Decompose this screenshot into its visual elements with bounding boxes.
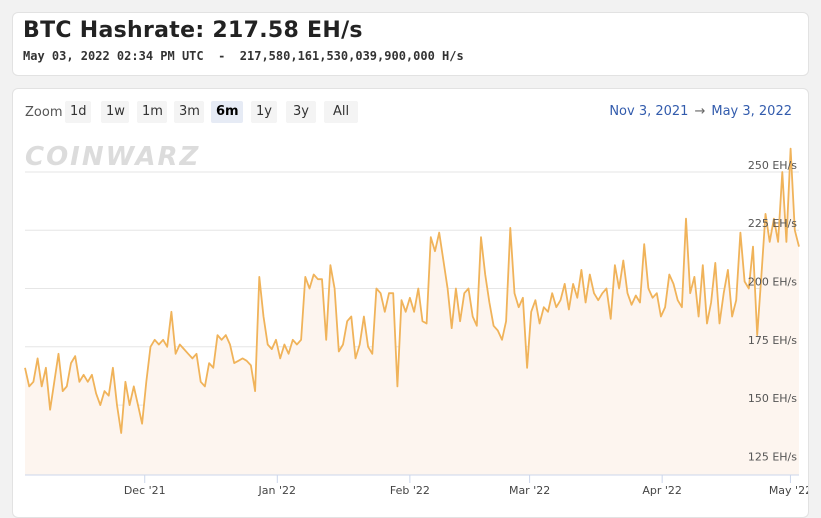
y-tick-label: 225 EH/s [748,217,797,230]
range-arrow: → [694,104,706,119]
hashrate-subtitle: May 03, 2022 02:34 PM UTC - 217,580,161,… [23,49,464,63]
page-title: BTC Hashrate: 217.58 EH/s [23,18,363,43]
x-tick-label: Jan '22 [258,484,296,497]
header-card: BTC Hashrate: 217.58 EH/s May 03, 2022 0… [12,12,809,76]
hashrate-chart: COINWARZ Dec '21 Jan '22 Feb '22 Mar '22 Apr … [24,142,809,497]
x-tick-label: Mar '22 [509,484,550,497]
zoom-1y-button[interactable]: 1y [251,101,277,123]
range-from[interactable]: Nov 3, 2021 [609,104,688,119]
y-tick-label: 175 EH/s [748,334,797,347]
zoom-6m-button[interactable]: 6m [211,101,243,123]
y-tick-label: 200 EH/s [748,276,797,289]
separator: - [218,49,226,63]
x-tick-label: Feb '22 [390,484,430,497]
area-fill [25,148,799,475]
zoom-3m-button[interactable]: 3m [174,101,204,123]
x-tick-label: Apr '22 [642,484,682,497]
date-range: Nov 3, 2021 → May 3, 2022 [609,104,792,119]
range-to[interactable]: May 3, 2022 [711,104,792,119]
zoom-1m-button[interactable]: 1m [137,101,167,123]
x-tick-label: Dec '21 [124,484,166,497]
y-tick-label: 150 EH/s [748,392,797,405]
zoom-label: Zoom [25,105,63,120]
y-tick-label: 250 EH/s [748,159,797,172]
y-tick-label: 125 EH/s [748,450,797,463]
zoom-1w-button[interactable]: 1w [101,101,129,123]
timestamp: May 03, 2022 02:34 PM UTC [23,49,204,63]
x-tick-label: May '22 [769,484,809,497]
zoom-all-button[interactable]: All [324,101,358,123]
watermark-logo: COINWARZ [25,142,200,172]
raw-hashrate: 217,580,161,530,039,900,000 H/s [239,49,464,63]
zoom-3y-button[interactable]: 3y [286,101,316,123]
chart-card: COINWARZ Dec '21 Jan '22 Feb '22 Mar '22 Apr … [12,88,809,518]
zoom-1d-button[interactable]: 1d [65,101,91,123]
